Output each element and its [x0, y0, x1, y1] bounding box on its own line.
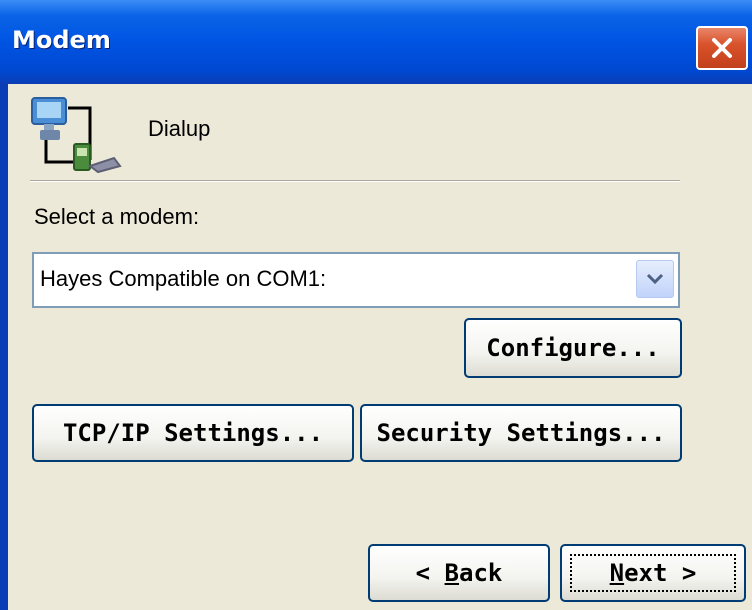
tcpip-settings-label: TCP/IP Settings... — [62, 419, 324, 447]
dropdown-button[interactable] — [636, 260, 674, 298]
modem-selected-value: Hayes Compatible on COM1: — [40, 266, 327, 291]
window-left-border — [0, 84, 8, 610]
modem-dialog: Modem Dialup Select a modem: Hayes Compa… — [0, 0, 752, 610]
focus-ring — [570, 554, 736, 592]
back-prefix: < — [415, 559, 445, 587]
back-rest: ack — [459, 559, 503, 587]
divider — [30, 180, 680, 182]
security-settings-button[interactable]: Security Settings... — [360, 404, 682, 462]
next-button[interactable]: Next > — [560, 544, 746, 602]
configure-button[interactable]: Configure... — [464, 318, 682, 378]
tcpip-settings-button[interactable]: TCP/IP Settings... — [32, 404, 354, 462]
title-bar[interactable]: Modem — [0, 0, 752, 84]
configure-label: Configure... — [486, 334, 660, 362]
connection-name: Dialup — [148, 116, 211, 141]
chevron-down-icon — [646, 273, 664, 285]
back-mnemonic: B — [444, 559, 459, 587]
close-icon — [712, 38, 732, 58]
back-button[interactable]: < Back — [368, 544, 550, 602]
select-modem-label: Select a modem: — [34, 204, 200, 229]
modem-dropdown[interactable]: Hayes Compatible on COM1: — [32, 252, 680, 308]
window-title: Modem — [12, 26, 111, 54]
security-settings-label: Security Settings... — [376, 419, 666, 447]
close-button[interactable] — [696, 26, 748, 70]
back-label: < Back — [416, 559, 503, 587]
network-connection-icon — [31, 97, 122, 174]
